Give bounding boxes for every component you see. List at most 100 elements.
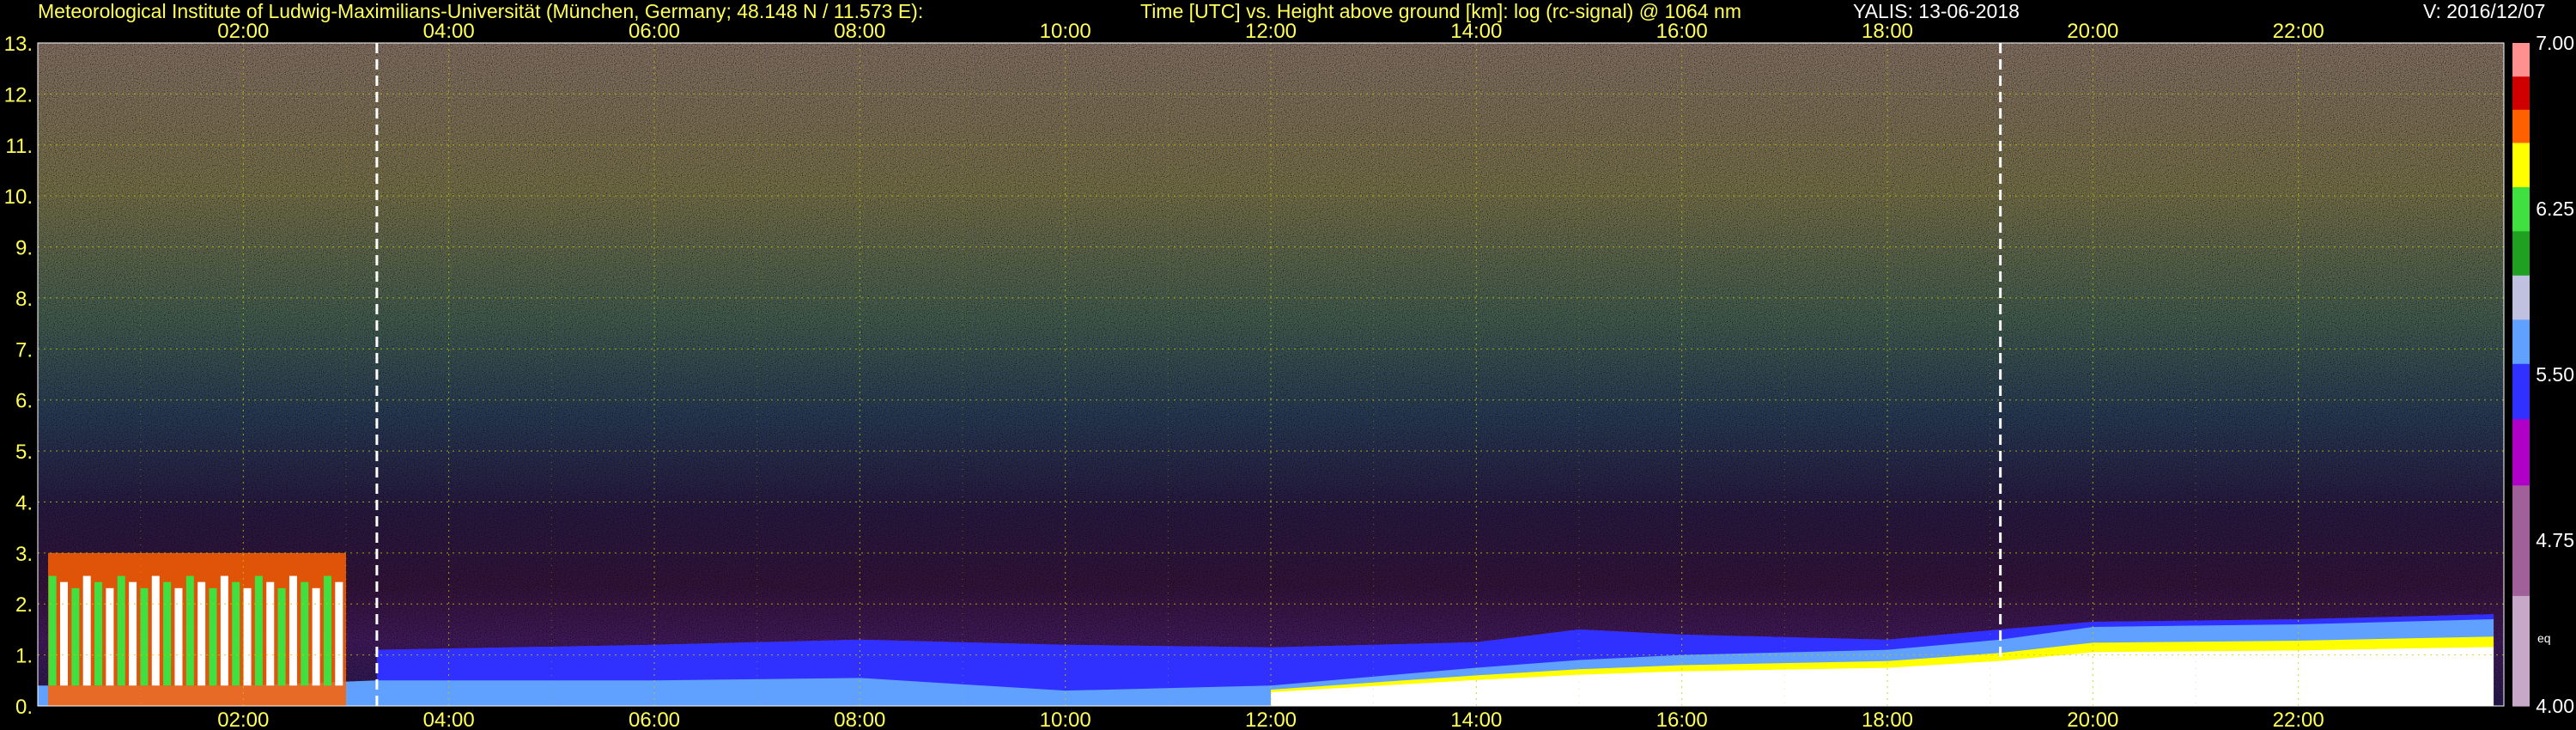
x-tick-label-bottom: 08:00 — [834, 709, 885, 730]
colorbar-segment — [2512, 120, 2530, 132]
cloud-streak — [335, 581, 343, 686]
colorbar-segment — [2512, 198, 2530, 210]
colorbar-tick-label: 7.00 — [2536, 32, 2574, 54]
x-tick-label-bottom: 16:00 — [1656, 709, 1708, 730]
colorbar-segment — [2512, 385, 2530, 398]
colorbar-tick-label: 4.00 — [2536, 695, 2574, 717]
colorbar-segment — [2512, 507, 2530, 519]
colorbar-segment — [2512, 606, 2530, 618]
colorbar-segment — [2512, 131, 2530, 143]
colorbar-segment — [2512, 352, 2530, 364]
colorbar-segment — [2512, 186, 2530, 198]
colorbar-segment — [2512, 484, 2530, 497]
colorbar-segment — [2512, 363, 2530, 375]
y-tick-label: 13. — [4, 33, 33, 56]
colorbar-segment — [2512, 164, 2530, 176]
x-tick-label-top: 16:00 — [1656, 20, 1708, 43]
x-tick-label-bottom: 22:00 — [2273, 709, 2324, 730]
cloud-streak — [289, 575, 297, 686]
cloud-streak — [232, 581, 240, 686]
cloud-streak — [243, 587, 252, 686]
x-tick-label-top: 12:00 — [1245, 20, 1297, 43]
lidar-chart: 02:00 02:00 04:00 04:00 06:00 06:00 08:00 08:00… — [4, 20, 2574, 730]
colorbar-segment — [2512, 407, 2530, 420]
y-tick-label: 10. — [4, 186, 33, 209]
cloud-streak — [82, 575, 91, 686]
colorbar-segment — [2512, 573, 2530, 586]
cloud-streak — [59, 581, 68, 686]
colorbar-segment — [2512, 639, 2530, 652]
colorbar-segment — [2512, 286, 2530, 298]
cloud-streak — [71, 587, 80, 686]
colorbar-segment — [2512, 695, 2530, 707]
y-tick-label: 0. — [15, 696, 33, 719]
colorbar-segment — [2512, 441, 2530, 453]
colorbar-segment — [2512, 76, 2530, 88]
colorbar-segment — [2512, 252, 2530, 265]
colorbar-segment — [2512, 53, 2530, 66]
colorbar-segment — [2512, 661, 2530, 673]
colorbar-segment — [2512, 241, 2530, 254]
colorbar-segment — [2512, 307, 2530, 320]
colorbar-segment — [2512, 219, 2530, 232]
y-tick-label: 12. — [4, 83, 33, 106]
colorbar-segment — [2512, 175, 2530, 187]
x-tick-label-top: 20:00 — [2067, 20, 2118, 43]
x-tick-label-bottom: 18:00 — [1862, 709, 1913, 730]
cloud-streak — [254, 575, 263, 686]
cloud-streak — [220, 575, 228, 686]
colorbar-segment — [2512, 275, 2530, 287]
colorbar-segment — [2512, 452, 2530, 464]
x-tick-label-bottom: 12:00 — [1245, 709, 1297, 730]
x-tick-label-top: 06:00 — [629, 20, 680, 43]
colorbar-segment — [2512, 551, 2530, 563]
x-tick-label-bottom: 02:00 — [217, 709, 269, 730]
colorbar-segment — [2512, 672, 2530, 684]
colorbar-segment — [2512, 518, 2530, 530]
colorbar-segment — [2512, 396, 2530, 409]
colorbar-segment — [2512, 496, 2530, 508]
x-tick-label-top: 08:00 — [834, 20, 885, 43]
cloud-streak — [117, 575, 125, 686]
colorbar-segment — [2512, 684, 2530, 696]
x-tick-label-top: 14:00 — [1450, 20, 1502, 43]
x-tick-label-top: 04:00 — [423, 20, 475, 43]
colorbar-segment — [2512, 628, 2530, 641]
cloud-streak — [94, 581, 103, 686]
cloud-streak — [140, 587, 149, 686]
colorbar-eq-label: eq — [2537, 631, 2551, 645]
colorbar-segment — [2512, 374, 2530, 386]
x-tick-label-bottom: 14:00 — [1450, 709, 1502, 730]
cloud-streak — [323, 575, 331, 686]
colorbar-segment — [2512, 87, 2530, 99]
cloud-streak — [277, 587, 286, 686]
colorbar-segment — [2512, 230, 2530, 243]
colorbar-segment — [2512, 330, 2530, 342]
x-tick-label-top: 10:00 — [1040, 20, 1091, 43]
colorbar-segment — [2512, 64, 2530, 77]
x-tick-label-top: 02:00 — [217, 20, 269, 43]
colorbar-segment — [2512, 153, 2530, 166]
colorbar-segment — [2512, 650, 2530, 663]
cloud-streak — [48, 575, 57, 686]
colorbar-segment — [2512, 562, 2530, 575]
colorbar-segment — [2512, 473, 2530, 486]
colorbar-segment — [2512, 595, 2530, 607]
cloud-streak — [163, 581, 172, 686]
y-tick-label: 3. — [15, 543, 33, 566]
x-tick-label-top: 18:00 — [1862, 20, 1913, 43]
colorbar-segment — [2512, 98, 2530, 110]
colorbar-segment — [2512, 209, 2530, 221]
y-tick-label: 5. — [15, 441, 33, 464]
colorbar-segment — [2512, 264, 2530, 276]
colorbar-segment — [2512, 529, 2530, 541]
cloud-streak — [185, 575, 194, 686]
y-tick-label: 2. — [15, 593, 33, 617]
colorbar-segment — [2512, 584, 2530, 596]
colorbar-tick-label: 4.75 — [2536, 529, 2574, 551]
cloud-streak — [301, 581, 309, 686]
colorbar-segment — [2512, 617, 2530, 630]
colorbar-segment — [2512, 341, 2530, 353]
y-tick-label: 9. — [15, 237, 33, 260]
y-tick-label: 1. — [15, 645, 33, 668]
